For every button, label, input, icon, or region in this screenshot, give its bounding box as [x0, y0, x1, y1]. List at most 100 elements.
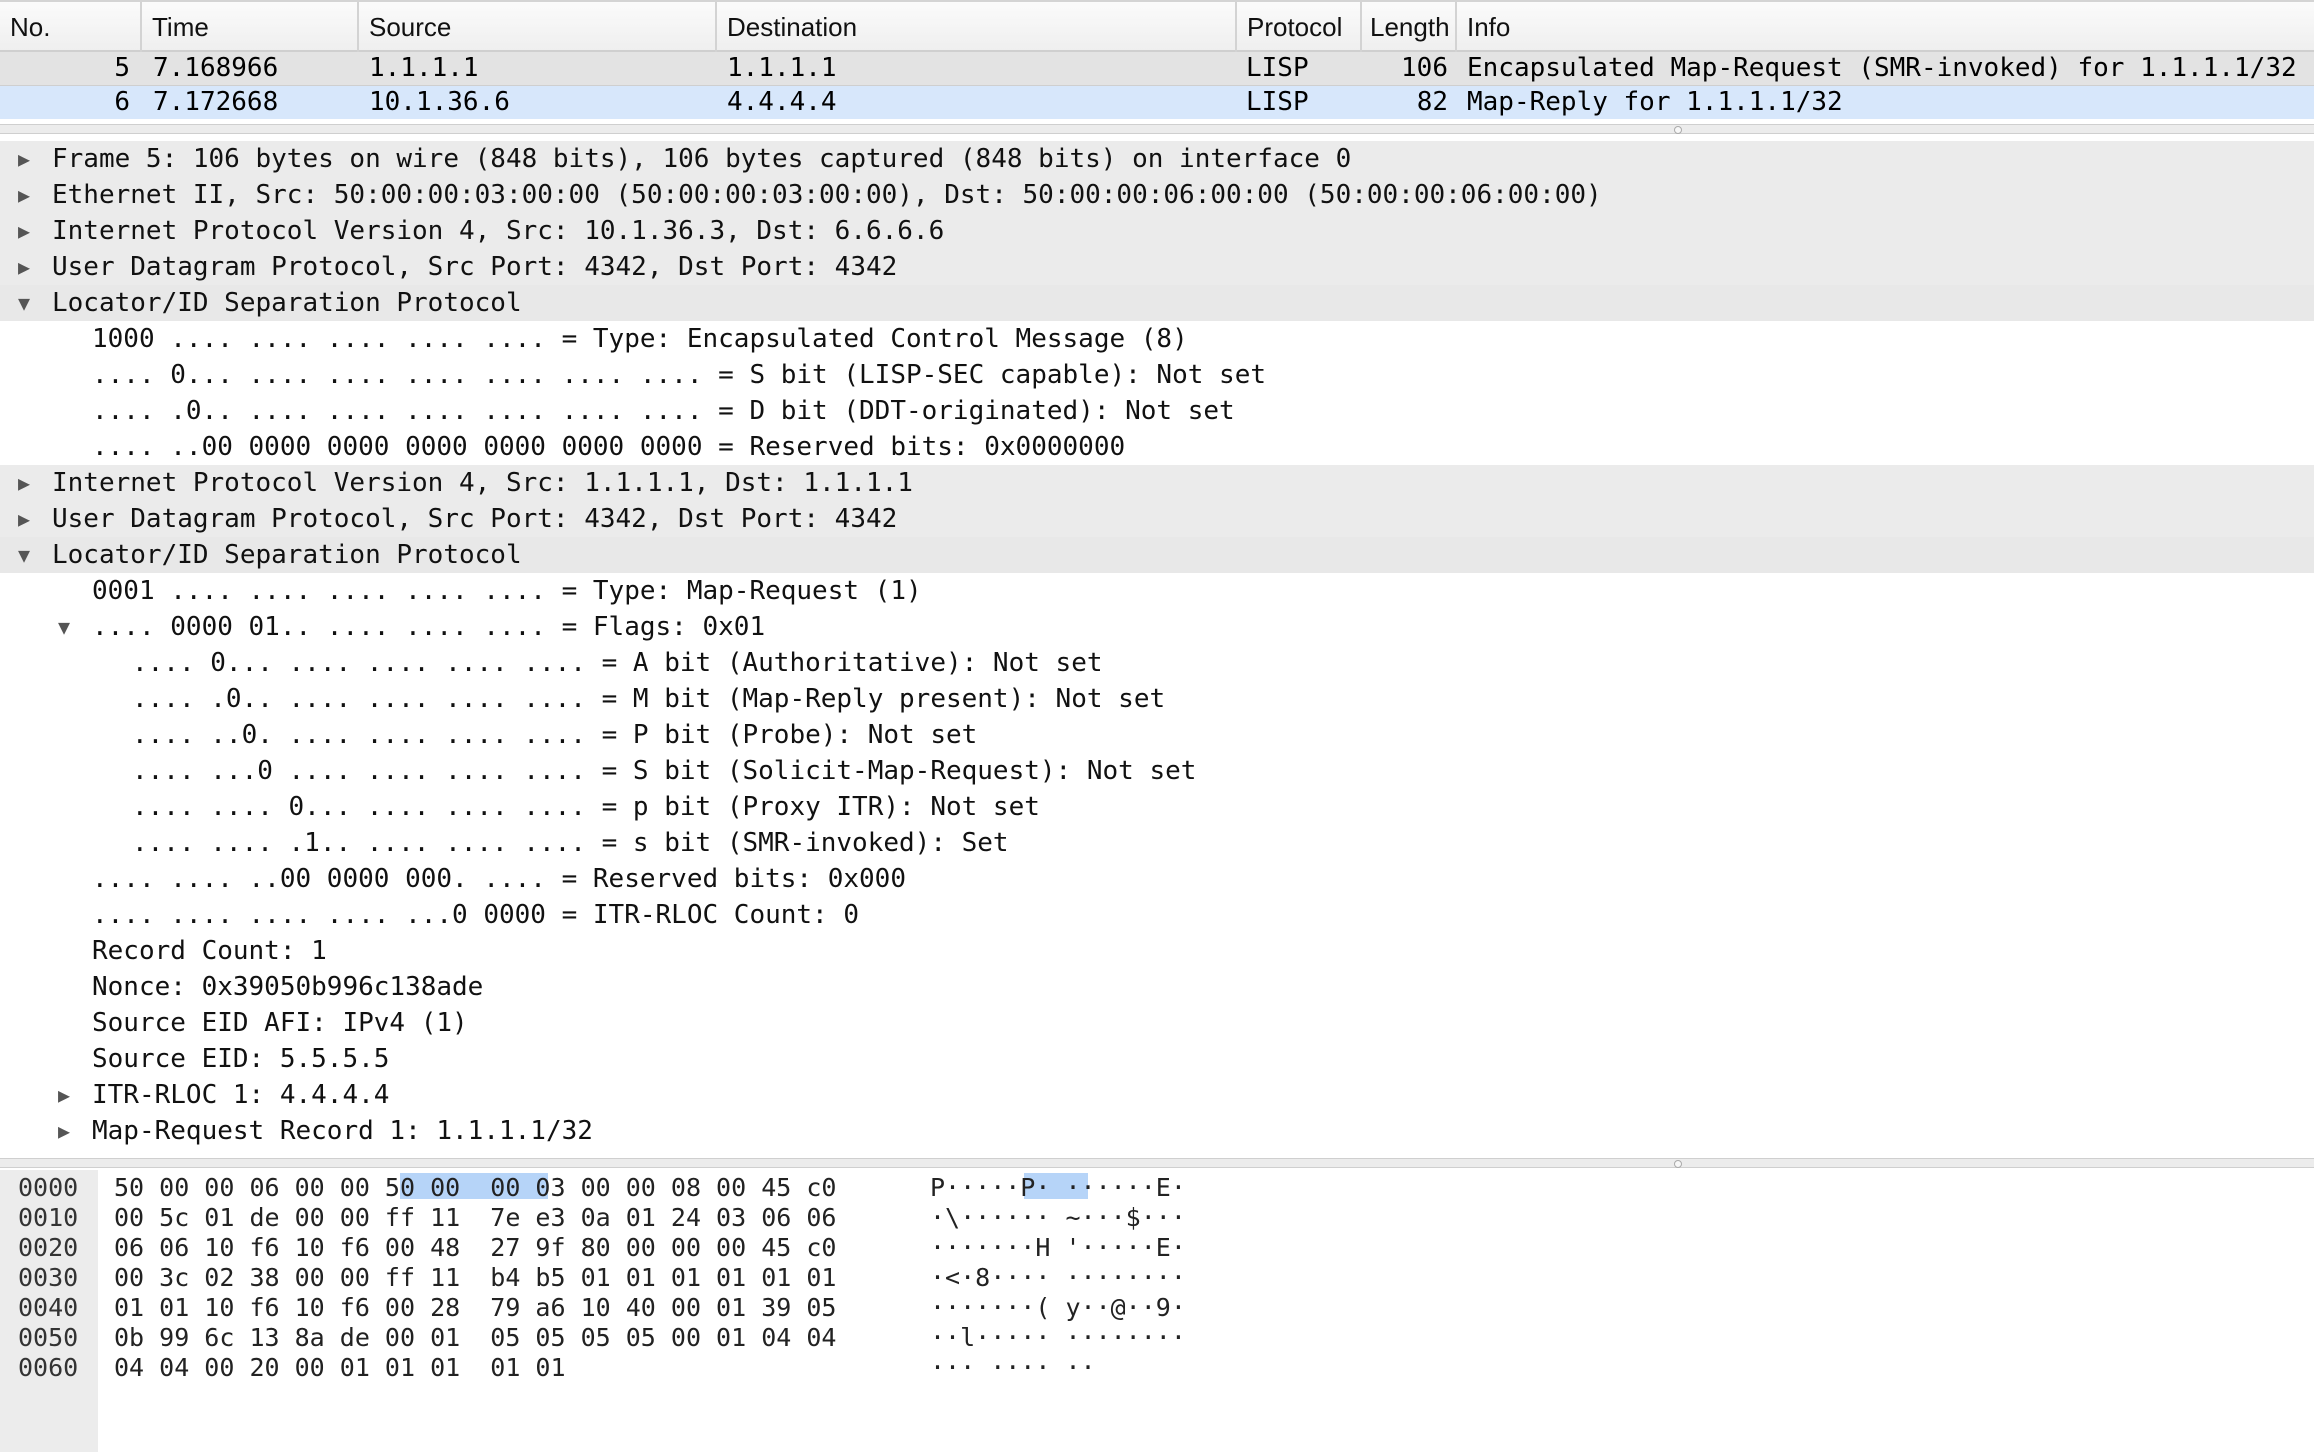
packet-info: Encapsulated Map-Request (SMR-invoked) f…	[1467, 53, 2297, 83]
packet-info: Map-Reply for 1.1.1.1/32	[1467, 87, 1843, 117]
pane-splitter-top[interactable]	[0, 124, 2314, 134]
hex-offset: 0000	[18, 1173, 79, 1202]
tree-row-level-1[interactable]: .... 0... .... .... .... .... .... .... …	[0, 357, 2314, 393]
tree-row-level-2[interactable]: .... .0.. .... .... .... .... = M bit (M…	[0, 681, 2314, 717]
tree-row-level-1[interactable]: ▶ Map-Request Record 1: 1.1.1.1/32	[0, 1113, 2314, 1149]
packet-row[interactable]: 5 7.168966 1.1.1.1 1.1.1.1 LISP 106 Enca…	[0, 52, 2314, 86]
tree-row-level-0[interactable]: ▼ Locator/ID Separation Protocol	[0, 536, 2314, 573]
splitter-grip-icon[interactable]	[1674, 126, 1682, 134]
column-header-no[interactable]: No.	[0, 2, 142, 52]
tree-row-text: 1000 .... .... .... .... .... = Type: En…	[92, 323, 1188, 354]
tree-row-text: .... .... .... .... ...0 0000 = ITR-RLOC…	[92, 899, 860, 930]
hex-offset: 0020	[18, 1233, 79, 1262]
tree-row-level-1[interactable]: 0001 .... .... .... .... .... = Type: Ma…	[0, 573, 2314, 609]
hex-offset: 0040	[18, 1293, 79, 1322]
triangle-right-icon[interactable]: ▶	[14, 213, 34, 249]
triangle-right-icon[interactable]: ▶	[14, 249, 34, 285]
tree-row-text: Frame 5: 106 bytes on wire (848 bits), 1…	[52, 143, 1352, 174]
hex-ascii[interactable]: P·····P· ······E·	[930, 1173, 1186, 1203]
tree-row-text: .... .... 0... .... .... .... = p bit (P…	[132, 791, 1040, 822]
tree-row-level-0[interactable]: ▶ Frame 5: 106 bytes on wire (848 bits), …	[0, 140, 2314, 177]
packet-no: 5	[114, 53, 130, 83]
hex-offset: 0060	[18, 1353, 79, 1382]
hex-bytes[interactable]: 00 3c 02 38 00 00 ff 11 b4 b5 01 01 01 0…	[114, 1263, 836, 1293]
tree-row-level-1[interactable]: Source EID AFI: IPv4 (1)	[0, 1005, 2314, 1041]
packet-row[interactable]: 6 7.172668 10.1.36.6 4.4.4.4 LISP 82 Map…	[0, 86, 2314, 119]
packet-list-header: No. Time Source Destination Protocol Len…	[0, 0, 2314, 52]
tree-row-level-2[interactable]: .... .... 0... .... .... .... = p bit (P…	[0, 789, 2314, 825]
triangle-right-icon[interactable]: ▶	[54, 1077, 74, 1113]
hex-ascii[interactable]: ··l····· ········	[930, 1323, 1186, 1353]
tree-row-text: .... 0000 01.. .... .... .... = Flags: 0…	[92, 611, 766, 642]
tree-row-level-2[interactable]: .... .... .1.. .... .... .... = s bit (S…	[0, 825, 2314, 861]
splitter-grip-icon[interactable]	[1674, 1160, 1682, 1168]
tree-row-text: .... .0.. .... .... .... .... = M bit (M…	[132, 683, 1166, 714]
tree-row-text: .... ...0 .... .... .... .... = S bit (S…	[132, 755, 1197, 786]
tree-row-level-1[interactable]: .... .... ..00 0000 000. .... = Reserved…	[0, 861, 2314, 897]
triangle-right-icon[interactable]: ▶	[14, 465, 34, 501]
tree-row-text: Internet Protocol Version 4, Src: 1.1.1.…	[52, 467, 913, 498]
tree-row-level-1[interactable]: ▼ .... 0000 01.. .... .... .... = Flags: …	[0, 609, 2314, 645]
triangle-down-icon[interactable]: ▼	[14, 285, 34, 321]
hex-ascii[interactable]: ··· ···· ··	[930, 1353, 1096, 1383]
hex-bytes[interactable]: 00 5c 01 de 00 00 ff 11 7e e3 0a 01 24 0…	[114, 1203, 836, 1233]
tree-row-text: User Datagram Protocol, Src Port: 4342, …	[52, 251, 898, 282]
tree-row-text: Source EID: 5.5.5.5	[92, 1043, 390, 1074]
triangle-right-icon[interactable]: ▶	[14, 177, 34, 213]
tree-row-level-1[interactable]: Nonce: 0x39050b996c138ade	[0, 969, 2314, 1005]
pane-splitter-bottom[interactable]	[0, 1158, 2314, 1168]
tree-row-level-1[interactable]: ▶ ITR-RLOC 1: 4.4.4.4	[0, 1077, 2314, 1113]
hex-offset: 0050	[18, 1323, 79, 1352]
packet-time: 7.172668	[153, 87, 279, 117]
triangle-down-icon[interactable]: ▼	[14, 537, 34, 573]
hex-ascii[interactable]: ·······H '·····E·	[930, 1233, 1186, 1263]
triangle-down-icon[interactable]: ▼	[54, 609, 74, 645]
tree-row-level-0[interactable]: ▶ Internet Protocol Version 4, Src: 1.1.1…	[0, 464, 2314, 501]
tree-row-text: User Datagram Protocol, Src Port: 4342, …	[52, 503, 898, 534]
hex-bytes[interactable]: 01 01 10 f6 10 f6 00 28 79 a6 10 40 00 0…	[114, 1293, 836, 1323]
tree-row-level-2[interactable]: .... ...0 .... .... .... .... = S bit (S…	[0, 753, 2314, 789]
tree-row-text: .... .... ..00 0000 000. .... = Reserved…	[92, 863, 906, 894]
tree-row-level-1[interactable]: .... ..00 0000 0000 0000 0000 0000 0000 …	[0, 429, 2314, 465]
hex-bytes[interactable]: 0b 99 6c 13 8a de 00 01 05 05 05 05 00 0…	[114, 1323, 836, 1353]
tree-row-level-1[interactable]: 1000 .... .... .... .... .... = Type: En…	[0, 321, 2314, 357]
tree-row-text: .... ..00 0000 0000 0000 0000 0000 0000 …	[92, 431, 1126, 462]
hex-offset: 0010	[18, 1203, 79, 1232]
tree-row-text: Locator/ID Separation Protocol	[52, 287, 522, 318]
tree-row-text: .... 0... .... .... .... .... .... .... …	[92, 359, 1266, 390]
hex-bytes[interactable]: 50 00 00 06 00 00 50 00 00 03 00 00 08 0…	[114, 1173, 836, 1203]
hex-ascii[interactable]: ·\······ ~···$···	[930, 1203, 1186, 1233]
tree-row-level-1[interactable]: .... .0.. .... .... .... .... .... .... …	[0, 393, 2314, 429]
hex-offset: 0030	[18, 1263, 79, 1292]
packet-protocol: LISP	[1246, 87, 1309, 117]
column-header-length[interactable]: Length	[1362, 2, 1457, 52]
tree-row-level-2[interactable]: .... 0... .... .... .... .... = A bit (A…	[0, 645, 2314, 681]
hex-ascii[interactable]: ·<·8···· ········	[930, 1263, 1186, 1293]
column-header-protocol[interactable]: Protocol	[1237, 2, 1362, 52]
triangle-right-icon[interactable]: ▶	[14, 501, 34, 537]
tree-row-text: .... .... .1.. .... .... .... = s bit (S…	[132, 827, 1009, 858]
tree-row-level-0[interactable]: ▶ User Datagram Protocol, Src Port: 4342,…	[0, 248, 2314, 285]
triangle-right-icon[interactable]: ▶	[14, 141, 34, 177]
tree-row-level-0[interactable]: ▶ Ethernet II, Src: 50:00:00:03:00:00 (50…	[0, 176, 2314, 213]
column-header-source[interactable]: Source	[359, 2, 717, 52]
tree-row-level-0[interactable]: ▶ User Datagram Protocol, Src Port: 4342,…	[0, 500, 2314, 537]
tree-row-level-1[interactable]: Record Count: 1	[0, 933, 2314, 969]
tree-row-text: Map-Request Record 1: 1.1.1.1/32	[92, 1115, 593, 1146]
triangle-right-icon[interactable]: ▶	[54, 1113, 74, 1149]
tree-row-level-0[interactable]: ▼ Locator/ID Separation Protocol	[0, 284, 2314, 321]
packet-protocol: LISP	[1246, 53, 1309, 83]
hex-bytes[interactable]: 04 04 00 20 00 01 01 01 01 01	[114, 1353, 566, 1383]
hex-ascii[interactable]: ·······( y··@··9·	[930, 1293, 1186, 1323]
column-header-destination[interactable]: Destination	[717, 2, 1237, 52]
hex-bytes[interactable]: 06 06 10 f6 10 f6 00 48 27 9f 80 00 00 0…	[114, 1233, 836, 1263]
tree-row-level-1[interactable]: .... .... .... .... ...0 0000 = ITR-RLOC…	[0, 897, 2314, 933]
tree-row-text: Locator/ID Separation Protocol	[52, 539, 522, 570]
tree-row-text: .... 0... .... .... .... .... = A bit (A…	[132, 647, 1103, 678]
column-header-info[interactable]: Info	[1457, 2, 2314, 52]
tree-row-level-2[interactable]: .... ..0. .... .... .... .... = P bit (P…	[0, 717, 2314, 753]
column-header-time[interactable]: Time	[142, 2, 359, 52]
packet-destination: 1.1.1.1	[727, 53, 837, 83]
tree-row-level-0[interactable]: ▶ Internet Protocol Version 4, Src: 10.1.…	[0, 212, 2314, 249]
tree-row-level-1[interactable]: Source EID: 5.5.5.5	[0, 1041, 2314, 1077]
